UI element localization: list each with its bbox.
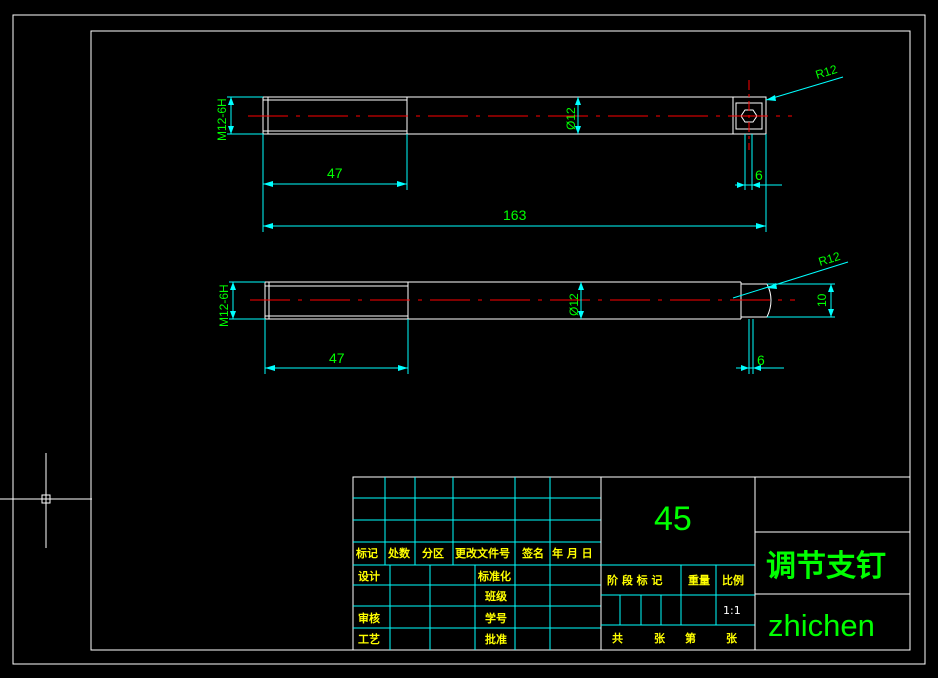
- tb-approve-label: 批准: [485, 632, 507, 646]
- tb-sheet-no-label: 第: [685, 631, 696, 645]
- part2-flat-height: 10: [815, 293, 829, 307]
- title-block: 标记 处数 分区 更改文件号 签名 年 月 日 设计 标准化 班级 审核 学号 …: [352, 476, 911, 651]
- part1-thread-length: 47: [327, 165, 343, 181]
- part1-slot-width: 6: [755, 167, 763, 183]
- tb-date-label: 年 月 日: [552, 546, 593, 560]
- tb-mark-label: 标记: [355, 546, 378, 560]
- tb-review-label: 审核: [358, 611, 380, 625]
- tb-class-label: 班级: [485, 589, 508, 603]
- part2-slot-width: 6: [757, 352, 765, 368]
- tb-material: 45: [654, 500, 692, 538]
- tb-weight-label: 重量: [688, 573, 710, 587]
- part2-thread-length: 47: [329, 350, 345, 366]
- tb-student-no-label: 学号: [485, 611, 507, 625]
- part2-thread-label: M12-6H: [217, 284, 231, 327]
- tb-standardize-label: 标准化: [477, 569, 511, 583]
- part1-total-length: 163: [503, 207, 527, 223]
- tb-change-doc-label: 更改文件号: [455, 546, 510, 560]
- tb-sheet-label: 张: [726, 631, 738, 645]
- tb-process-label: 工艺: [358, 632, 380, 646]
- tb-sheets-label: 张: [654, 631, 666, 645]
- cad-drawing-canvas[interactable]: M12-6H Ø12 47 163 6 R12 M12-6H Ø12 47 10…: [0, 0, 938, 678]
- tb-ratio-label: 比例: [722, 573, 744, 587]
- tb-author: zhichen: [768, 608, 875, 643]
- part1-thread-label: M12-6H: [215, 98, 229, 141]
- tb-sign-label: 签名: [521, 546, 544, 560]
- tb-stage-mark-label: 阶 段 标 记: [607, 573, 663, 587]
- tb-zone-label: 分区: [422, 546, 444, 560]
- part2-radius-label: R12: [817, 249, 842, 269]
- crosshair-cursor-icon: [0, 453, 92, 548]
- tb-design-label: 设计: [358, 569, 380, 583]
- part1-diameter-label: Ø12: [564, 107, 578, 130]
- part1-view: M12-6H Ø12 47 163 6 R12: [215, 62, 844, 232]
- tb-count-label: 处数: [387, 546, 411, 560]
- part2-view: M12-6H Ø12 47 10 6 R12: [217, 249, 849, 374]
- part2-diameter-label: Ø12: [567, 293, 581, 316]
- tb-scale-value: 1:1: [723, 604, 741, 617]
- tb-part-name: 调节支钉: [766, 549, 886, 584]
- tb-total-label: 共: [612, 631, 623, 645]
